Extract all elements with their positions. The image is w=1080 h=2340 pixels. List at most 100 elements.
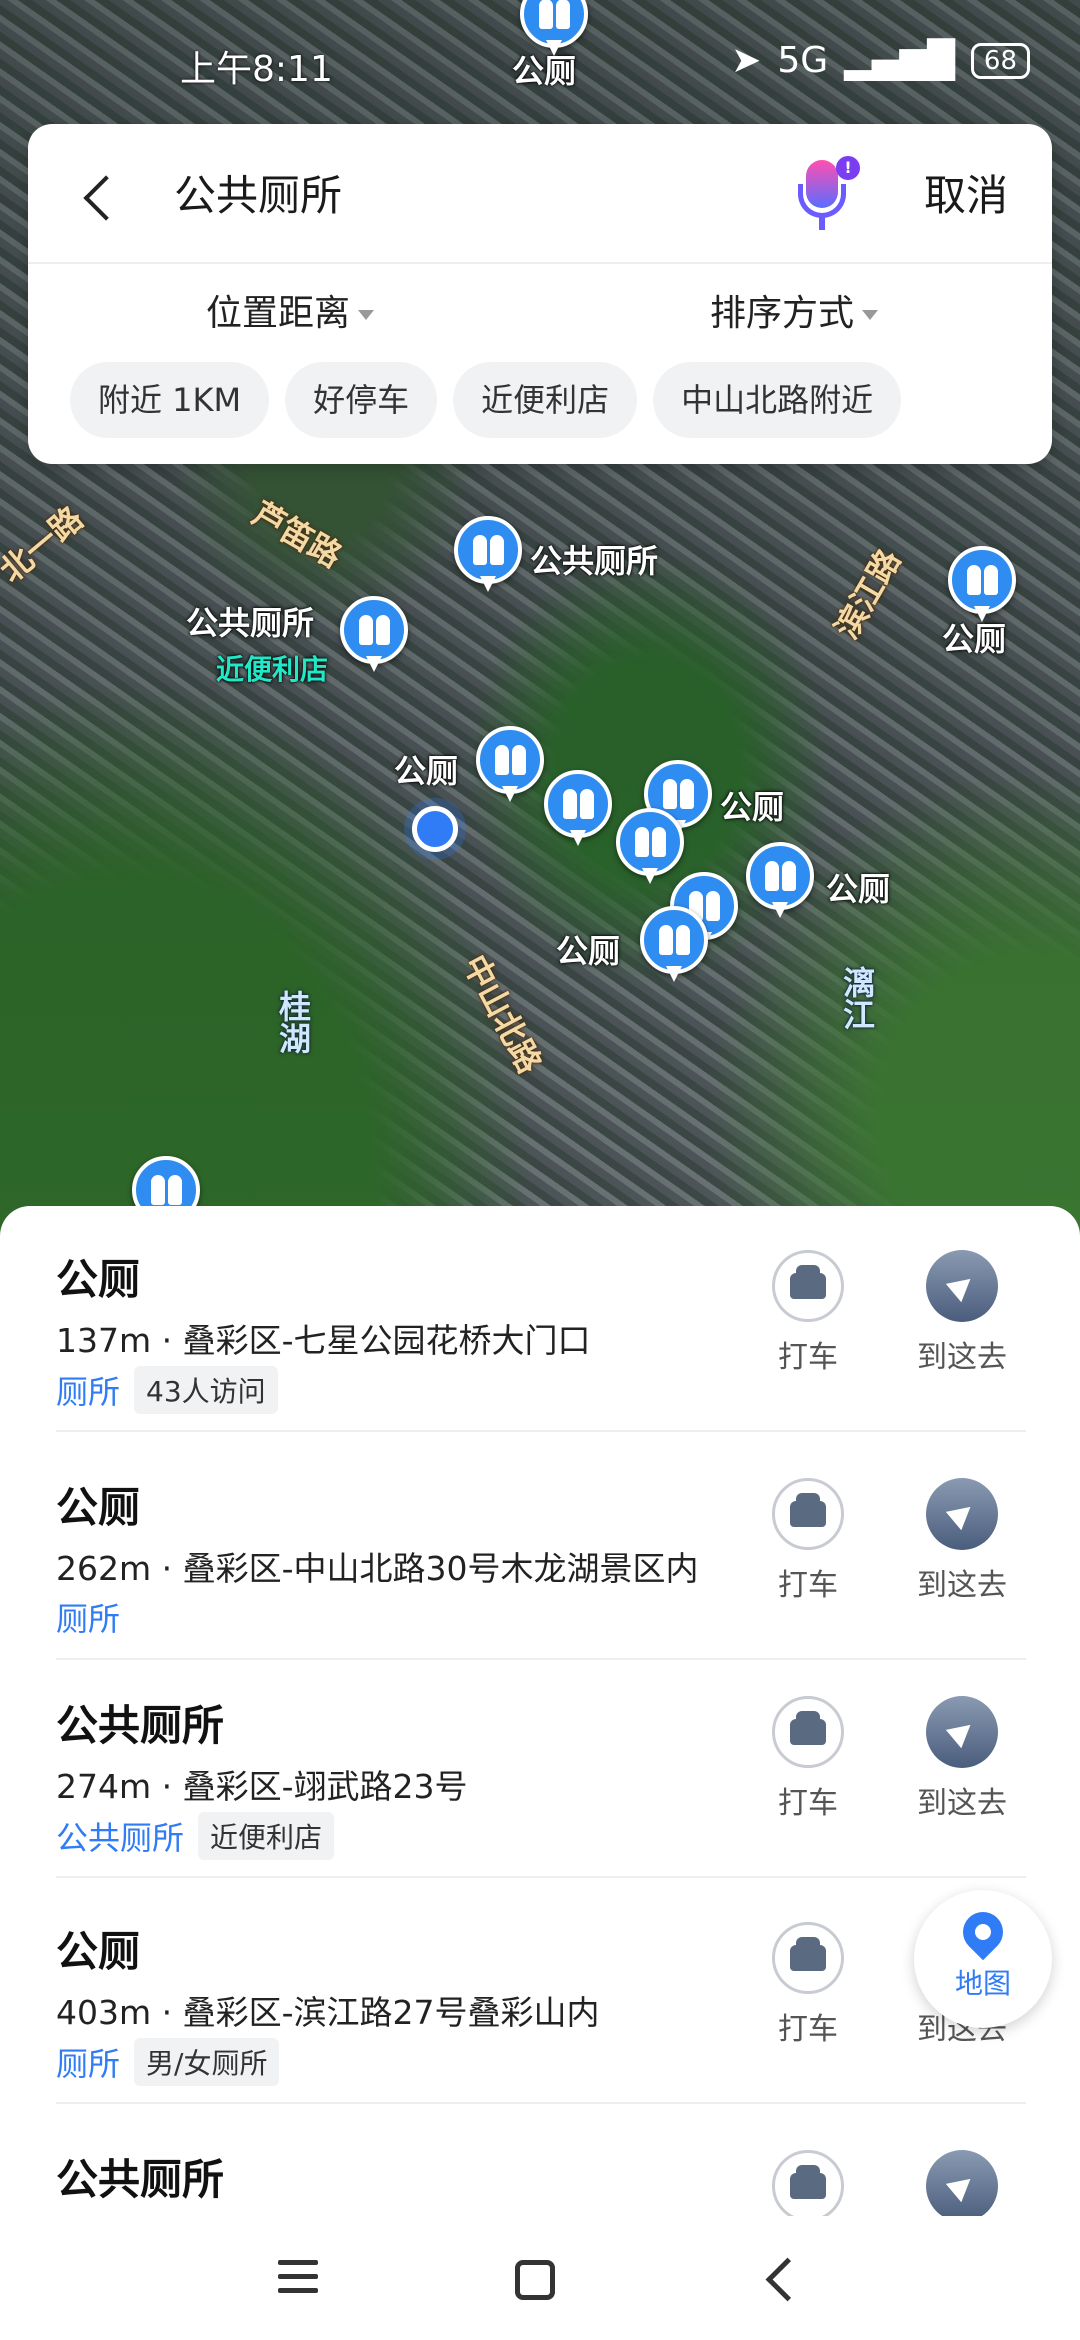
map-toggle-label: 地图 — [954, 1967, 1011, 2000]
menu-icon[interactable] — [278, 2260, 318, 2300]
result-name: 公厕 — [56, 1927, 141, 1976]
chip-nearby[interactable]: 附近 1KM — [70, 362, 270, 438]
taxi-label: 打车 — [778, 1786, 838, 1821]
taxi-icon — [790, 1265, 826, 1299]
result-item[interactable]: 公共厕所 — [56, 2106, 1026, 2216]
map-label: 公共厕所 — [186, 604, 315, 642]
caret-down-icon — [862, 310, 879, 320]
sort-filter-label: 排序方式 — [710, 293, 855, 334]
result-tag: 43人访问 — [134, 1366, 278, 1414]
toilet-pin-icon[interactable] — [640, 906, 708, 986]
result-category: 厕所 — [56, 1600, 121, 1638]
result-address: 262m · 叠彩区-中山北路30号木龙湖景区内 — [56, 1549, 699, 1588]
map-toggle-button[interactable]: 地图 — [914, 1890, 1052, 2028]
back-icon[interactable] — [76, 168, 126, 228]
taxi-button[interactable]: 打车 — [748, 1696, 868, 1822]
route-arrow-icon — [945, 1497, 979, 1531]
cancel-button[interactable]: 取消 — [924, 162, 1008, 223]
go-here-button[interactable]: 到这去 — [902, 1250, 1022, 1376]
app-root: 公厕 公共厕所 公共厕所 近便利店 公厕 公厕 公厕 公厕 公厕 芦笛路 中山北… — [0, 0, 1080, 2340]
go-here-button[interactable]: 到这去 — [902, 1478, 1022, 1604]
go-label: 到这去 — [917, 1340, 1007, 1375]
distance-filter[interactable]: 位置距离 — [206, 284, 375, 336]
map-label: 公厕 — [556, 932, 621, 970]
result-item[interactable]: 公厕 403m · 叠彩区-滨江路27号叠彩山内 厕所 男/女厕所 打车 到这去 — [56, 1878, 1026, 2104]
taxi-icon — [790, 1493, 826, 1527]
map-label: 公共厕所 — [530, 542, 659, 580]
result-item[interactable]: 公共厕所 274m · 叠彩区-翊武路23号 公共厕所 近便利店 打车 到这去 — [56, 1652, 1026, 1878]
result-address: 274m · 叠彩区-翊武路23号 — [56, 1767, 468, 1806]
taxi-label: 打车 — [778, 1340, 838, 1375]
search-card: 公共厕所 ! 取消 位置距离 排序方式 附近 1KM 好停车 近便利店 中山北路… — [28, 124, 1052, 464]
caret-down-icon — [358, 310, 375, 320]
go-label: 到这去 — [917, 1568, 1007, 1603]
chip-convenience[interactable]: 近便利店 — [453, 362, 638, 438]
status-time: 上午8:11 — [180, 49, 333, 90]
result-name: 公厕 — [56, 1255, 141, 1304]
map-label: 近便利店 — [216, 653, 329, 686]
taxi-icon — [790, 1937, 826, 1971]
map-label: 公厕 — [826, 870, 891, 908]
taxi-label: 打车 — [778, 2012, 838, 2047]
results-sheet[interactable]: 公厕 137m · 叠彩区-七星公园花桥大门口 厕所 43人访问 打车 到这去 … — [0, 1206, 1080, 2216]
result-item[interactable]: 公厕 137m · 叠彩区-七星公园花桥大门口 厕所 43人访问 打车 到这去 — [56, 1206, 1026, 1432]
river-label: 漓江 — [838, 966, 876, 1030]
taxi-icon — [790, 1711, 826, 1745]
sort-filter[interactable]: 排序方式 — [710, 284, 879, 336]
result-item[interactable]: 公厕 262m · 叠彩区-中山北路30号木龙湖景区内 厕所 打车 到这去 — [56, 1434, 1026, 1660]
go-here-button[interactable]: 到这去 — [902, 1696, 1022, 1822]
route-arrow-icon — [945, 2169, 979, 2203]
route-arrow-icon — [945, 1269, 979, 1303]
lake-label: 桂湖 — [274, 990, 312, 1054]
result-category: 公共厕所 — [56, 1819, 185, 1857]
taxi-button[interactable]: 打车 — [748, 1922, 868, 2048]
taxi-icon — [790, 2165, 826, 2199]
go-here-button[interactable] — [902, 2150, 1022, 2216]
result-tag: 男/女厕所 — [134, 2038, 280, 2086]
divider — [28, 262, 1052, 264]
status-icons: ➤ 5G ▂▄▆█ 68 — [731, 40, 1030, 81]
taxi-button[interactable]: 打车 — [748, 1478, 868, 1604]
taxi-button[interactable] — [748, 2150, 868, 2216]
home-icon[interactable] — [515, 2260, 555, 2300]
toilet-pin-icon[interactable] — [746, 842, 814, 922]
taxi-label: 打车 — [778, 1568, 838, 1603]
result-tag: 近便利店 — [198, 1812, 335, 1860]
signal-icon: ▂▄▆█ — [844, 40, 955, 81]
my-location-icon — [412, 806, 458, 852]
voice-mic-icon[interactable]: ! — [792, 156, 860, 236]
toilet-pin-icon[interactable] — [544, 770, 612, 850]
result-address: 403m · 叠彩区-滨江路27号叠彩山内 — [56, 1993, 600, 2032]
toilet-pin-icon[interactable] — [476, 726, 544, 806]
map-label: 公厕 — [394, 752, 459, 790]
map-pin-icon — [954, 1903, 1012, 1961]
toilet-pin-icon[interactable] — [948, 546, 1016, 626]
result-tags: 厕所 43人访问 — [56, 1366, 278, 1414]
status-bar: 上午8:11 ➤ 5G ▂▄▆█ 68 — [0, 0, 1080, 110]
result-name: 公共厕所 — [56, 1701, 225, 1750]
chip-parking[interactable]: 好停车 — [285, 362, 438, 438]
result-name: 公厕 — [56, 1483, 141, 1532]
taxi-button[interactable]: 打车 — [748, 1250, 868, 1376]
route-arrow-icon — [945, 1715, 979, 1749]
location-arrow-icon: ➤ — [731, 40, 762, 81]
result-tags: 厕所 男/女厕所 — [56, 2038, 280, 2086]
result-category: 厕所 — [56, 1373, 121, 1411]
result-tags: 公共厕所 近便利店 — [56, 1812, 335, 1860]
system-nav-bar — [0, 2216, 1080, 2340]
distance-filter-label: 位置距离 — [206, 293, 351, 334]
chip-zhongshan[interactable]: 中山北路附近 — [653, 362, 902, 438]
search-query[interactable]: 公共厕所 — [174, 162, 342, 223]
result-address: 137m · 叠彩区-七星公园花桥大门口 — [56, 1321, 591, 1360]
battery-icon: 68 — [970, 42, 1030, 79]
result-name: 公共厕所 — [56, 2155, 225, 2204]
toilet-pin-icon[interactable] — [340, 596, 408, 676]
go-label: 到这去 — [917, 1786, 1007, 1821]
network-label: 5G — [777, 40, 829, 81]
result-category: 厕所 — [56, 2045, 121, 2083]
map-label: 公厕 — [720, 788, 785, 826]
nav-back-icon[interactable] — [760, 2260, 800, 2300]
result-tags: 厕所 — [56, 1594, 120, 1640]
toilet-pin-icon[interactable] — [454, 516, 522, 596]
chip-row: 附近 1KM 好停车 近便利店 中山北路附近 — [70, 362, 902, 438]
